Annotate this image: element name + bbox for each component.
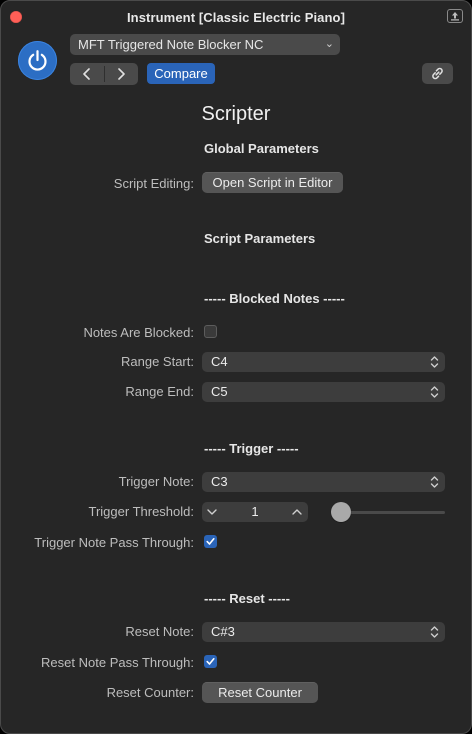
chevron-up-icon[interactable] xyxy=(291,507,303,517)
chevron-right-icon xyxy=(118,68,125,80)
up-down-arrows-icon xyxy=(430,476,439,488)
link-icon xyxy=(432,67,443,80)
chevron-left-icon xyxy=(83,68,90,80)
trigger-threshold-slider-knob[interactable] xyxy=(331,502,351,522)
range-start-select[interactable]: C4 xyxy=(202,352,445,372)
plugin-window: Instrument [Classic Electric Piano] MFT … xyxy=(0,0,472,734)
plugin-name: Scripter xyxy=(201,103,271,125)
blocked-notes-heading: ----- Blocked Notes ----- xyxy=(204,291,345,306)
previous-preset-button[interactable] xyxy=(70,63,104,85)
checkmark-icon xyxy=(206,658,215,665)
script-parameters-heading: Script Parameters xyxy=(204,231,316,246)
preset-select[interactable]: MFT Triggered Note Blocker NC ⌄ xyxy=(70,34,340,55)
reset-counter-button[interactable]: Reset Counter xyxy=(202,682,318,703)
trigger-pass-through-checkbox[interactable] xyxy=(204,535,217,548)
range-end-label: Range End: xyxy=(125,384,194,399)
up-down-arrows-icon xyxy=(430,356,439,368)
reset-counter-label: Reset Counter: xyxy=(106,685,194,700)
notes-blocked-label: Notes Are Blocked: xyxy=(83,325,194,340)
trigger-threshold-label: Trigger Threshold: xyxy=(88,504,195,519)
trigger-pass-through-label: Trigger Note Pass Through: xyxy=(34,535,194,550)
range-end-select[interactable]: C5 xyxy=(202,382,445,402)
power-button[interactable] xyxy=(18,41,57,80)
checkmark-icon xyxy=(206,538,215,545)
global-parameters-heading: Global Parameters xyxy=(204,141,319,156)
notes-blocked-checkbox[interactable] xyxy=(204,325,217,338)
link-button[interactable] xyxy=(422,63,453,84)
reset-heading: ----- Reset ----- xyxy=(204,591,290,606)
trigger-note-value: C3 xyxy=(211,474,228,489)
chevron-down-icon: ⌄ xyxy=(324,38,334,50)
title-bar[interactable]: Instrument [Classic Electric Piano] xyxy=(1,1,471,31)
trigger-threshold-stepper[interactable]: 1 xyxy=(202,502,308,522)
preset-navigation xyxy=(70,63,138,85)
preset-select-value: MFT Triggered Note Blocker NC xyxy=(78,37,264,52)
reset-pass-through-checkbox[interactable] xyxy=(204,655,217,668)
reset-note-label: Reset Note: xyxy=(125,624,194,639)
range-start-label: Range Start: xyxy=(121,354,194,369)
script-editing-label: Script Editing: xyxy=(113,176,194,191)
next-preset-button[interactable] xyxy=(104,63,138,85)
collapse-view-button[interactable] xyxy=(447,9,463,23)
reset-note-select[interactable]: C#3 xyxy=(202,622,445,642)
compare-button[interactable]: Compare xyxy=(147,63,215,84)
up-down-arrows-icon xyxy=(430,386,439,398)
trigger-heading: ----- Trigger ----- xyxy=(204,441,299,456)
trigger-note-select[interactable]: C3 xyxy=(202,472,445,492)
trigger-note-label: Trigger Note: xyxy=(118,474,194,489)
up-down-arrows-icon xyxy=(430,626,439,638)
open-script-editor-button[interactable]: Open Script in Editor xyxy=(202,172,343,193)
arrow-up-icon xyxy=(451,12,459,21)
range-start-value: C4 xyxy=(211,354,228,369)
reset-pass-through-label: Reset Note Pass Through: xyxy=(41,655,194,670)
power-icon xyxy=(28,50,47,71)
reset-note-value: C#3 xyxy=(211,624,235,639)
range-end-value: C5 xyxy=(211,384,228,399)
window-title: Instrument [Classic Electric Piano] xyxy=(126,10,346,25)
